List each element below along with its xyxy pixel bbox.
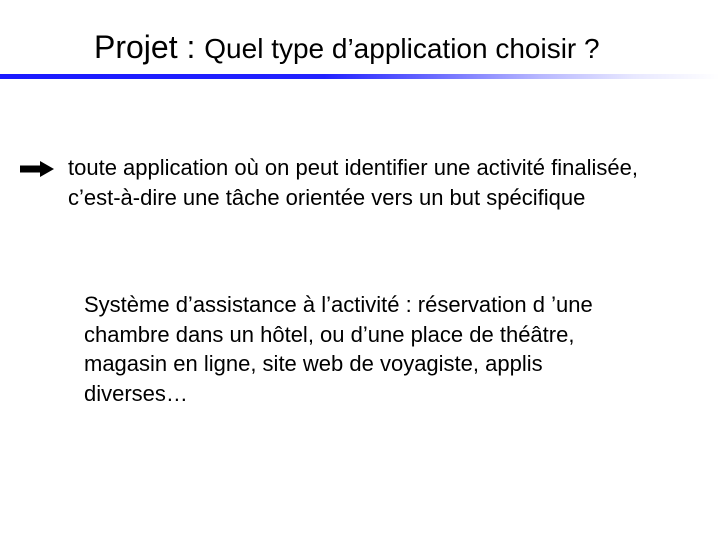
title-underline bbox=[0, 74, 720, 79]
slide: Projet : Quel type d’application choisir… bbox=[0, 0, 720, 540]
arrow-right-icon bbox=[20, 161, 54, 177]
paragraph-text: Système d’assistance à l’activité : rése… bbox=[84, 290, 624, 409]
title-rest: Quel type d’application choisir ? bbox=[204, 33, 599, 64]
bullet-text: toute application où on peut identifier … bbox=[68, 153, 658, 212]
slide-title: Projet : Quel type d’application choisir… bbox=[94, 28, 700, 66]
title-lead: Projet : bbox=[94, 29, 204, 65]
